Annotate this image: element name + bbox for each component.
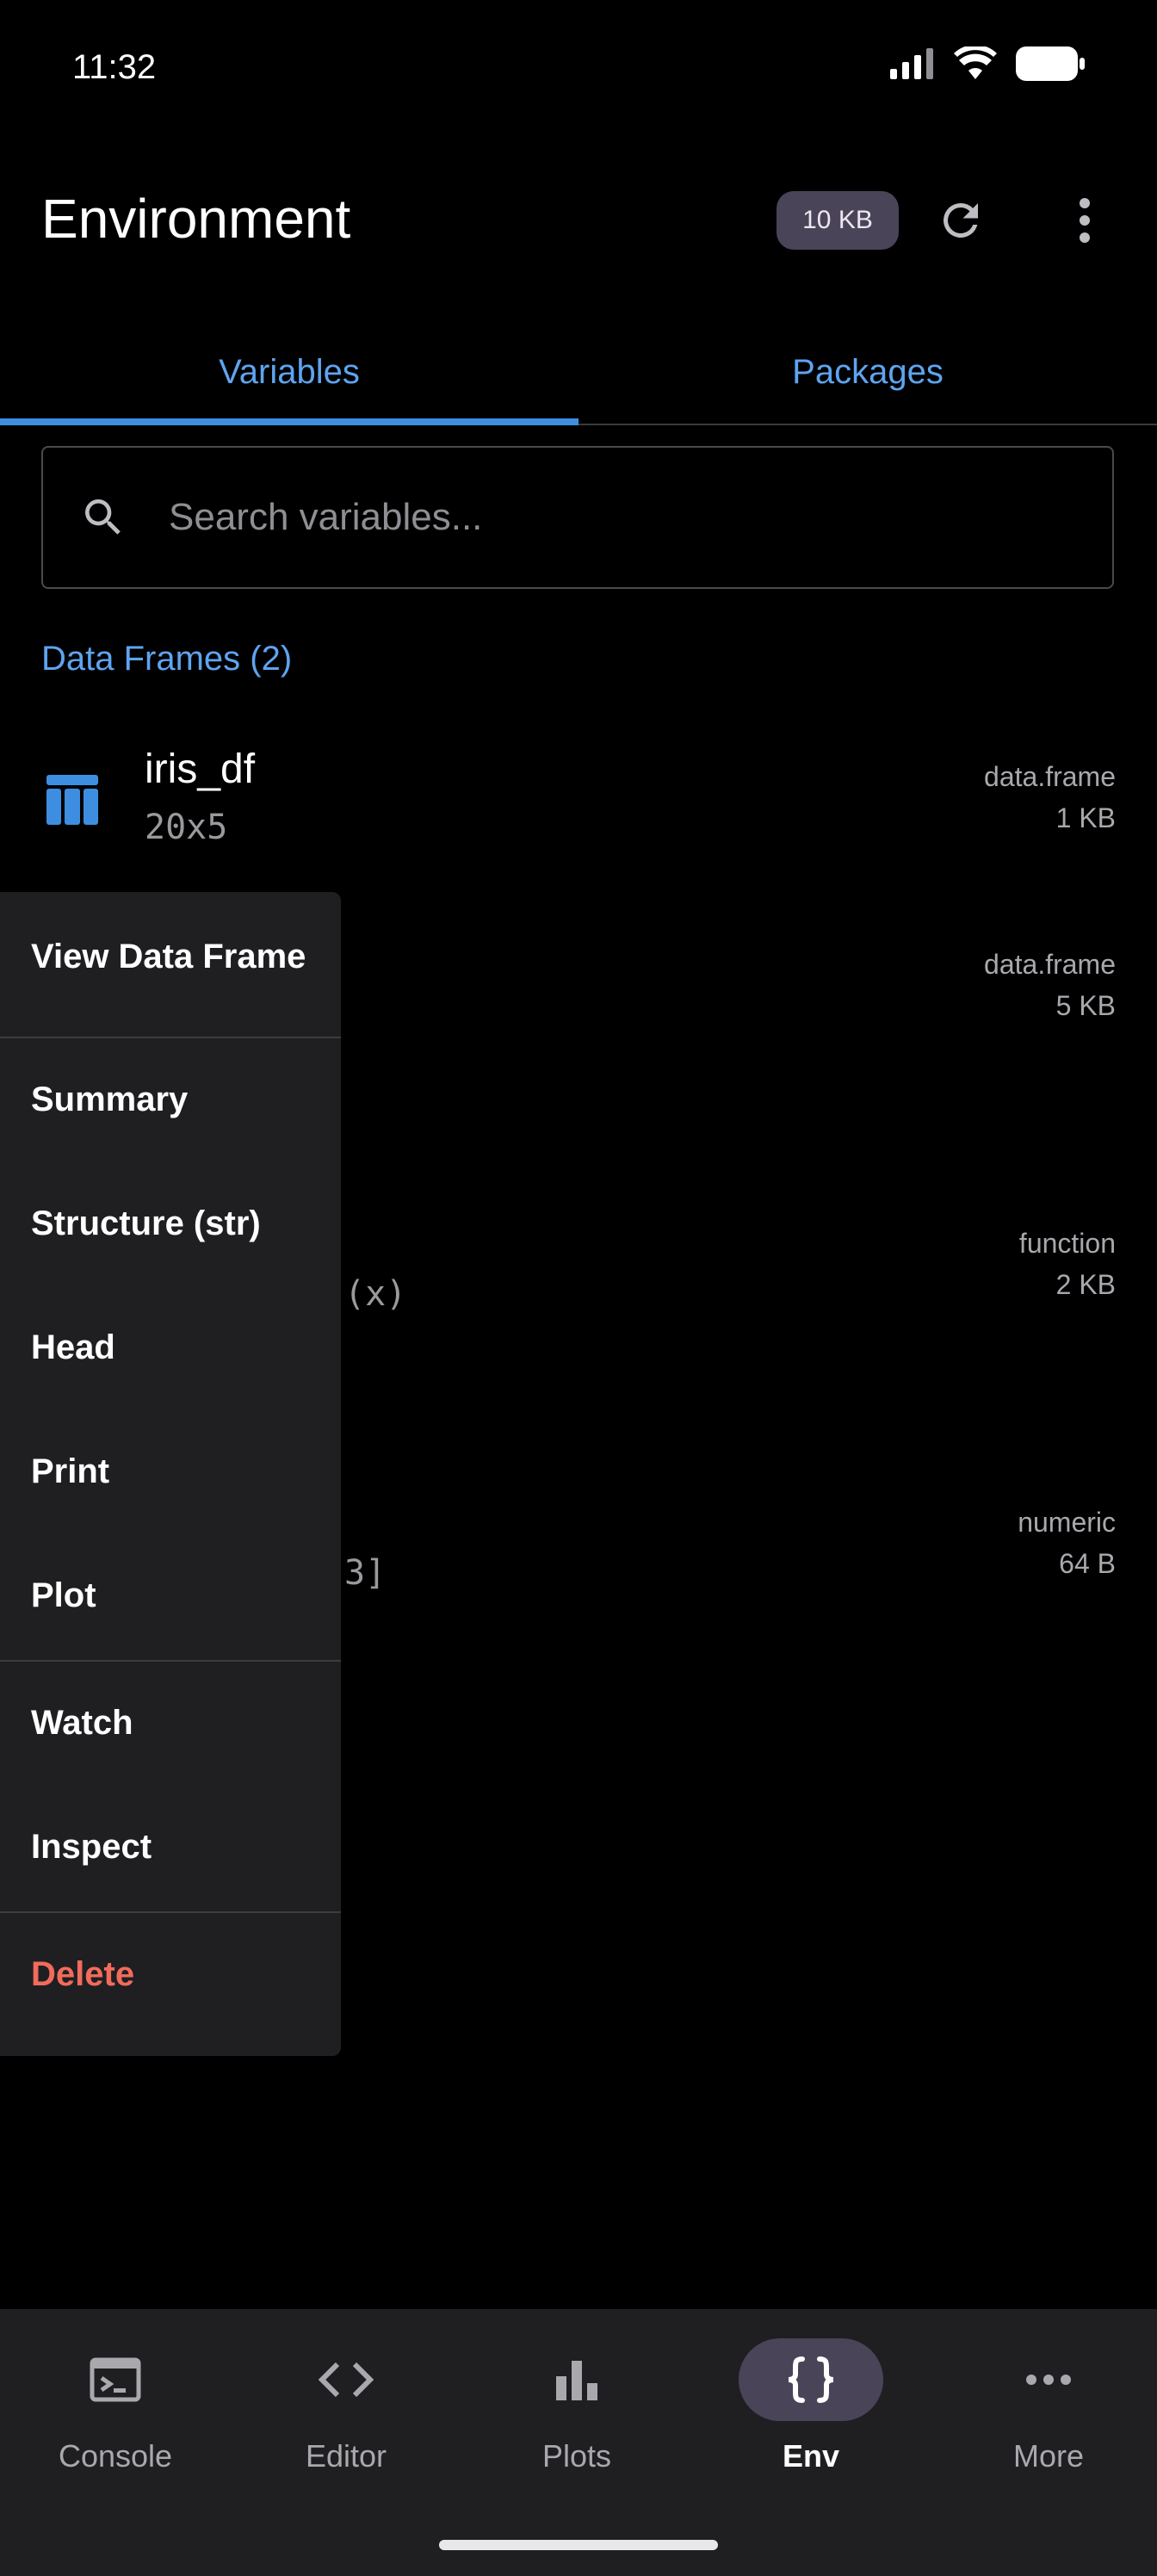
nav-label-env: Env [782,2438,840,2474]
search-box [41,446,1114,589]
menu-item-print[interactable]: Print [0,1424,341,1519]
variable-size: 1 KB [1055,802,1116,833]
code-icon [319,2362,374,2398]
variable-type: data.frame [984,761,1116,792]
nav-item-console[interactable]: Console [0,2338,231,2485]
nav-label-console: Console [58,2438,173,2474]
variable-type: function [1018,1228,1116,1259]
status-time: 11:32 [72,48,157,86]
nav-item-more[interactable]: More [933,2338,1157,2485]
bar-chart-icon [556,2361,597,2400]
refresh-icon [944,203,978,238]
variable-meta: function 2 KB [1019,1223,1116,1305]
nav-label-editor: Editor [305,2438,387,2474]
refresh-button[interactable] [919,179,1002,262]
variable-value-preview: 3] [344,1553,387,1593]
variable-meta: data.frame 1 KB [984,756,1116,839]
nav-label-more: More [1012,2438,1085,2474]
variable-name: iris_df [145,746,256,792]
battery-icon [1016,46,1085,81]
variable-size: 5 KB [1055,990,1116,1021]
menu-divider [0,1660,341,1662]
menu-item-watch[interactable]: Watch [0,1675,341,1770]
nav-item-editor[interactable]: Editor [231,2338,461,2485]
menu-divider [0,1037,341,1038]
variable-meta: data.frame 5 KB [984,944,1116,1026]
variable-dimensions: 20x5 [145,808,228,847]
nav-item-env[interactable]: Env [696,2338,926,2485]
page-title: Environment [41,188,351,250]
variable-context-menu: View Data Frame Summary Structure (str) … [0,892,341,2056]
menu-item-inspect[interactable]: Inspect [0,1799,341,1894]
home-indicator [439,2540,718,2550]
nav-icon-container [274,2338,418,2421]
variable-signature: (x) [344,1274,407,1314]
more-vertical-icon [1080,198,1090,243]
wifi-icon [954,46,997,79]
terminal-icon [90,2357,141,2402]
nav-icon-container-active [739,2338,883,2421]
variable-size: 2 KB [1055,1269,1116,1300]
menu-item-delete[interactable]: Delete [0,1927,341,2022]
menu-item-structure[interactable]: Structure (str) [0,1176,341,1271]
tab-indicator [0,418,578,425]
status-icons [890,46,1085,81]
search-input[interactable] [167,495,1112,540]
menu-divider [0,1911,341,1913]
nav-item-plots[interactable]: Plots [461,2338,692,2485]
menu-item-plot[interactable]: Plot [0,1548,341,1643]
braces-icon [788,2356,834,2403]
overflow-menu-button[interactable] [1043,179,1126,262]
memory-size-chip: 10 KB [776,191,899,250]
table-icon [46,775,98,825]
menu-item-view-data-frame[interactable]: View Data Frame [0,909,341,1004]
section-header-data-frames: Data Frames (2) [41,640,293,678]
nav-icon-container [976,2338,1121,2421]
nav-icon-container [504,2338,649,2421]
menu-item-summary[interactable]: Summary [0,1052,341,1147]
variable-meta: numeric 64 B [1018,1502,1116,1584]
variable-type: data.frame [984,949,1116,980]
search-icon [77,492,129,543]
signal-icon [890,48,933,79]
variable-size: 64 B [1059,1548,1116,1579]
variable-type: numeric [1018,1507,1116,1538]
nav-label-plots: Plots [541,2438,612,2474]
tab-packages[interactable]: Packages [578,319,1157,425]
more-horizontal-icon [1026,2375,1071,2385]
tab-variables[interactable]: Variables [0,319,578,425]
menu-item-head[interactable]: Head [0,1300,341,1395]
nav-icon-container [43,2338,188,2421]
